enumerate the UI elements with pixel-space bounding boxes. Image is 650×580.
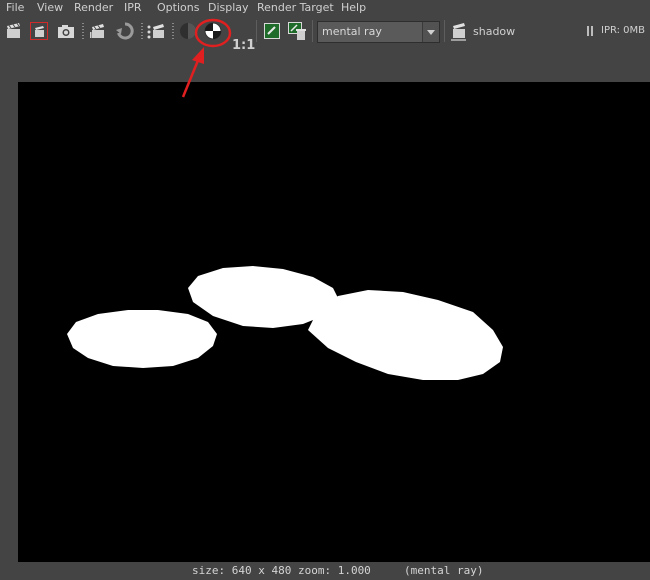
rendered-shape-right [308, 290, 503, 380]
toolbar-divider [172, 23, 174, 39]
menu-help[interactable]: Help [341, 0, 366, 16]
remove-image-icon[interactable] [287, 20, 307, 42]
renderer-status: (mental ray) [404, 564, 484, 577]
exposure-toggle-icon[interactable] [203, 20, 223, 42]
toolbar: 1:1 mental ray shadow IPR: 0MB [0, 16, 650, 53]
clapper-icon[interactable] [4, 20, 24, 42]
menu-view[interactable]: View [37, 0, 63, 16]
menu-file[interactable]: File [6, 0, 24, 16]
chevron-down-icon[interactable] [422, 22, 439, 42]
menu-render[interactable]: Render [74, 0, 113, 16]
refresh-icon[interactable] [115, 20, 135, 42]
real-size-ratio-button[interactable]: 1:1 [232, 38, 255, 53]
image-size-status: size: 640 x 480 zoom: 1.000 [192, 564, 371, 577]
menu-render-target[interactable]: Render Target [257, 0, 334, 16]
render-region-icon[interactable] [29, 20, 49, 42]
menu-bar: File View Render IPR Options Display Ren… [0, 0, 650, 16]
toolbar-divider [444, 20, 445, 42]
arrow-head-icon [192, 47, 204, 64]
toolbar-divider [256, 20, 257, 42]
snapshot-icon[interactable] [56, 20, 76, 42]
render-view[interactable] [18, 82, 650, 562]
menu-ipr[interactable]: IPR [124, 0, 142, 16]
renderer-select-value: mental ray [322, 25, 382, 38]
menu-display[interactable]: Display [208, 0, 249, 16]
toolbar-divider [141, 23, 143, 39]
keep-image-icon[interactable] [262, 20, 282, 42]
toolbar-divider [312, 20, 313, 42]
ipr-render-icon[interactable] [146, 20, 166, 42]
pause-icon[interactable] [586, 26, 594, 36]
ipr-memory-label: IPR: 0MB [601, 25, 646, 36]
render-sequence-icon[interactable] [88, 20, 108, 42]
rendered-image [67, 266, 503, 380]
render-settings-icon[interactable] [449, 20, 469, 42]
rendered-shape-left [67, 310, 217, 368]
renderer-select[interactable]: mental ray [317, 21, 440, 43]
menu-options[interactable]: Options [157, 0, 199, 16]
toolbar-divider [82, 23, 84, 39]
color-channel-icon[interactable] [178, 20, 198, 42]
shadow-label[interactable]: shadow [473, 25, 515, 38]
status-bar: size: 640 x 480 zoom: 1.000 (mental ray) [0, 562, 650, 580]
